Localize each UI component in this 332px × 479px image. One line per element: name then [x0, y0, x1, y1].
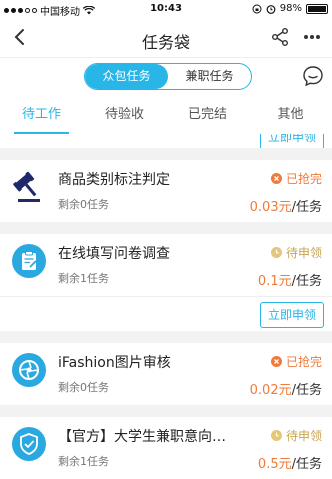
segment-part-time-tasks[interactable]: 兼职任务 [168, 64, 251, 89]
task-card[interactable]: 【官方】大学生兼职意向… 剩余1任务 待申领 0.5元/任务 [0, 417, 332, 479]
task-price-amount: 0.03元 [249, 200, 292, 215]
chat-bubble-icon[interactable] [302, 65, 324, 87]
task-status-text: 待申领 [285, 429, 322, 443]
tab-pending-review[interactable]: 待验收 [83, 98, 166, 134]
task-remaining: 剩余0任务 [58, 381, 109, 394]
task-status: 已抢完 [270, 353, 322, 370]
task-price-unit: /任务 [291, 383, 322, 398]
segment-control: 众包任务 兼职任务 [84, 63, 252, 90]
task-price-amount: 0.1元 [257, 274, 292, 289]
task-price-unit: /任务 [291, 200, 322, 215]
task-remaining: 剩余0任务 [58, 198, 109, 211]
task-card[interactable]: 商品类别标注判定 剩余0任务 已抢完 0.03元/任务 [0, 160, 332, 222]
lock-rotation-icon [252, 4, 262, 13]
clipboard-icon [12, 244, 46, 278]
task-status-text: 待申领 [285, 246, 322, 260]
task-list: 立即申领 商品类别标注判定 剩余0任务 已抢完 0.03元/任务 在线填写问卷调… [0, 134, 332, 479]
task-status: 待申领 [270, 244, 322, 261]
share-icon[interactable] [270, 27, 290, 47]
camera-aperture-icon [12, 353, 46, 387]
more-icon[interactable] [302, 27, 322, 47]
apply-button[interactable]: 立即申领 [259, 134, 324, 148]
task-title: iFashion图片审核 [58, 355, 171, 371]
close-circle-icon [270, 173, 282, 184]
close-circle-icon [270, 356, 282, 367]
task-price: 0.5元/任务 [258, 453, 322, 472]
battery-icon [306, 3, 328, 14]
task-title: 在线填写问卷调查 [58, 246, 170, 262]
status-bar: 中国移动 10:43 98% [0, 0, 332, 19]
task-status: 待申领 [270, 427, 322, 444]
status-tabs: 待工作 待验收 已完结 其他 [0, 98, 332, 135]
clock-icon [270, 247, 282, 258]
task-price: 0.02元/任务 [250, 379, 322, 398]
task-card[interactable]: 在线填写问卷调查 剩余1任务 待申领 0.1元/任务 立即申领 [0, 234, 332, 331]
task-remaining: 剩余1任务 [58, 455, 109, 468]
clock-icon [270, 430, 282, 441]
task-price: 0.1元/任务 [258, 270, 322, 289]
segment-crowd-tasks[interactable]: 众包任务 [85, 64, 168, 89]
task-title: 【官方】大学生兼职意向… [58, 429, 226, 445]
tab-other[interactable]: 其他 [249, 98, 332, 134]
task-status-text: 已抢完 [285, 355, 322, 369]
task-price-unit: /任务 [291, 457, 322, 472]
task-status: 已抢完 [270, 170, 322, 187]
task-price: 0.03元/任务 [250, 196, 322, 215]
tab-pending-work[interactable]: 待工作 [0, 98, 83, 134]
task-price-amount: 0.02元 [249, 383, 292, 398]
alarm-icon [266, 4, 276, 14]
apply-button[interactable]: 立即申领 [259, 302, 324, 328]
task-price-amount: 0.5元 [257, 457, 292, 472]
task-price-unit: /任务 [291, 274, 322, 289]
partial-card-footer: 立即申领 [0, 134, 332, 148]
shield-icon [12, 427, 46, 461]
battery-percent: 98% [279, 3, 302, 14]
task-remaining: 剩余1任务 [58, 272, 109, 285]
nav-bar: 任务袋 [0, 19, 332, 58]
tab-completed[interactable]: 已完结 [166, 98, 249, 134]
gavel-icon [13, 171, 40, 202]
task-status-text: 已抢完 [285, 172, 322, 186]
status-right: 98% [252, 3, 328, 14]
task-card[interactable]: iFashion图片审核 剩余0任务 已抢完 0.02元/任务 [0, 343, 332, 405]
task-title: 商品类别标注判定 [58, 172, 170, 188]
segment-bar: 众包任务 兼职任务 [0, 58, 332, 98]
